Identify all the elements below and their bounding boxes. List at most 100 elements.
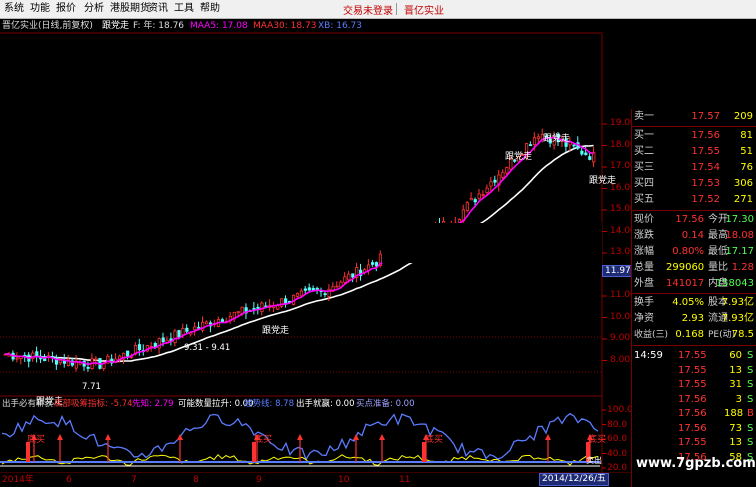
sell-marker: 卖出 (586, 456, 602, 465)
buy-marker-1: 底买 (27, 435, 46, 445)
candle-body (126, 350, 130, 357)
candle-body (299, 290, 304, 297)
candle-body (347, 273, 351, 281)
trade-side: S (747, 393, 754, 405)
trade-price: 17.55 (678, 350, 707, 361)
candle-body (584, 152, 588, 156)
bid-label: 买三 (634, 162, 654, 173)
indicator-tick-label: 80.0 (607, 419, 628, 430)
quote-label: 收益(三) (634, 330, 669, 340)
candle-body (35, 351, 39, 357)
bid-row[interactable]: 买四 17.53 306 (632, 176, 756, 192)
current-date: 2014/12/26/五 (539, 473, 609, 486)
date-label: 6 (66, 475, 72, 485)
candle-body (236, 311, 240, 314)
quote-value: 78.5 (731, 329, 754, 340)
buy-marker-4: 底买 (588, 435, 607, 445)
buy-bar (422, 442, 426, 462)
trade-volume: 13 (729, 364, 742, 376)
quote-value: 141017 (666, 278, 705, 289)
quote-value: 0.168 (675, 329, 704, 340)
quote-label: 总量 (634, 262, 654, 273)
quote-value: 17.30 (725, 214, 754, 225)
quote-row: 换手 4.05% 股本 7.93亿 (632, 295, 756, 311)
legend-win: 出手就赢: 0.00 (296, 399, 355, 409)
indicator-tick-label: 20.0 (607, 463, 628, 473)
trade-side: S (747, 379, 754, 390)
buy-bar (252, 442, 256, 462)
candle-body (493, 179, 497, 183)
quote-row: 总量 299060 量比 1.28 (632, 260, 756, 276)
bid-price: 17.55 (691, 146, 720, 157)
date-label: 8 (193, 475, 199, 485)
quote-label: 涨跌 (634, 230, 654, 241)
date-label: 10 (338, 475, 350, 485)
date-label: 9 (256, 475, 262, 485)
bid-row[interactable]: 买二 17.55 51 (632, 144, 756, 160)
marker-arrow (57, 434, 63, 440)
marker-arrow (297, 434, 303, 440)
ma5-line (4, 136, 602, 366)
candle-body (197, 326, 201, 329)
trade-side: S (747, 364, 754, 376)
follow-label-top-1: 跟党走 (505, 152, 533, 162)
follow-label-top-2: 跟党走 (543, 134, 571, 144)
candle-body (260, 302, 264, 312)
trade-price: 17.56 (678, 408, 707, 419)
legend-possible-rise: 可能数量拉升: 0.00 (178, 399, 254, 409)
trade-side: S (747, 437, 754, 448)
bid-price: 17.56 (691, 130, 720, 141)
bid-row[interactable]: 买五 17.52 271 (632, 192, 756, 208)
divider (632, 126, 756, 127)
candle-body (572, 144, 576, 147)
quote-value: 7.93亿 (721, 313, 754, 324)
candle-body (185, 327, 189, 332)
candle-body (307, 287, 311, 291)
candle-body (177, 330, 181, 338)
candle-body (181, 328, 185, 336)
bid-label: 买四 (634, 178, 654, 189)
candle-body (295, 292, 300, 297)
quote-value: 2.93 (681, 313, 704, 324)
trade-row: 17.56 3 S (632, 393, 756, 407)
quote-label: 涨幅 (634, 246, 654, 257)
trade-price: 17.56 (678, 422, 707, 434)
indicator-tick-label: 100.0 (607, 405, 633, 415)
ask-row[interactable]: 卖一 17.57 209 (632, 109, 756, 125)
quote-label: 量比 (708, 262, 728, 273)
quote-row: 外盘 141017 内盘 158043 (632, 276, 756, 292)
quote-value: 17.17 (725, 246, 754, 257)
legend-bottom-absorb: 底部吸筹指标: -5.74 (54, 399, 133, 409)
candle-body (335, 285, 339, 288)
trade-time: 14:59 (634, 350, 663, 361)
candle-body (256, 306, 260, 309)
buy-marker-2: 底买 (254, 435, 273, 445)
candle-body (505, 167, 509, 174)
candle-body (588, 156, 592, 160)
indicator-markers (26, 434, 593, 462)
bid-label: 买一 (634, 130, 654, 141)
quote-label: 外盘 (634, 278, 654, 289)
buy-bar (26, 442, 30, 462)
quote-value: 7.93亿 (721, 297, 754, 308)
trade-volume: 73 (729, 422, 742, 434)
candle-body (370, 262, 375, 265)
bid-volume: 271 (733, 194, 753, 205)
candle-body (86, 366, 90, 369)
quote-row: 收益(三) 0.168 PE(动) 78.5 (632, 327, 756, 343)
candle-body (580, 150, 584, 155)
bid-row[interactable]: 买一 17.56 81 (632, 128, 756, 144)
quote-label: 现价 (634, 214, 654, 225)
date-label: 2014年 (2, 475, 34, 485)
candle-body (137, 344, 142, 351)
indicator-lines (0, 409, 606, 469)
trade-price: 17.56 (678, 393, 707, 405)
marker-arrow (105, 434, 111, 440)
bid-row[interactable]: 买三 17.54 76 (632, 160, 756, 176)
trade-volume: 60 (729, 350, 742, 361)
candle-body (311, 288, 315, 291)
marker-arrow (545, 434, 551, 440)
candle-body (351, 273, 355, 278)
trade-volume: 188 (724, 408, 744, 419)
trade-side: B (747, 408, 754, 419)
